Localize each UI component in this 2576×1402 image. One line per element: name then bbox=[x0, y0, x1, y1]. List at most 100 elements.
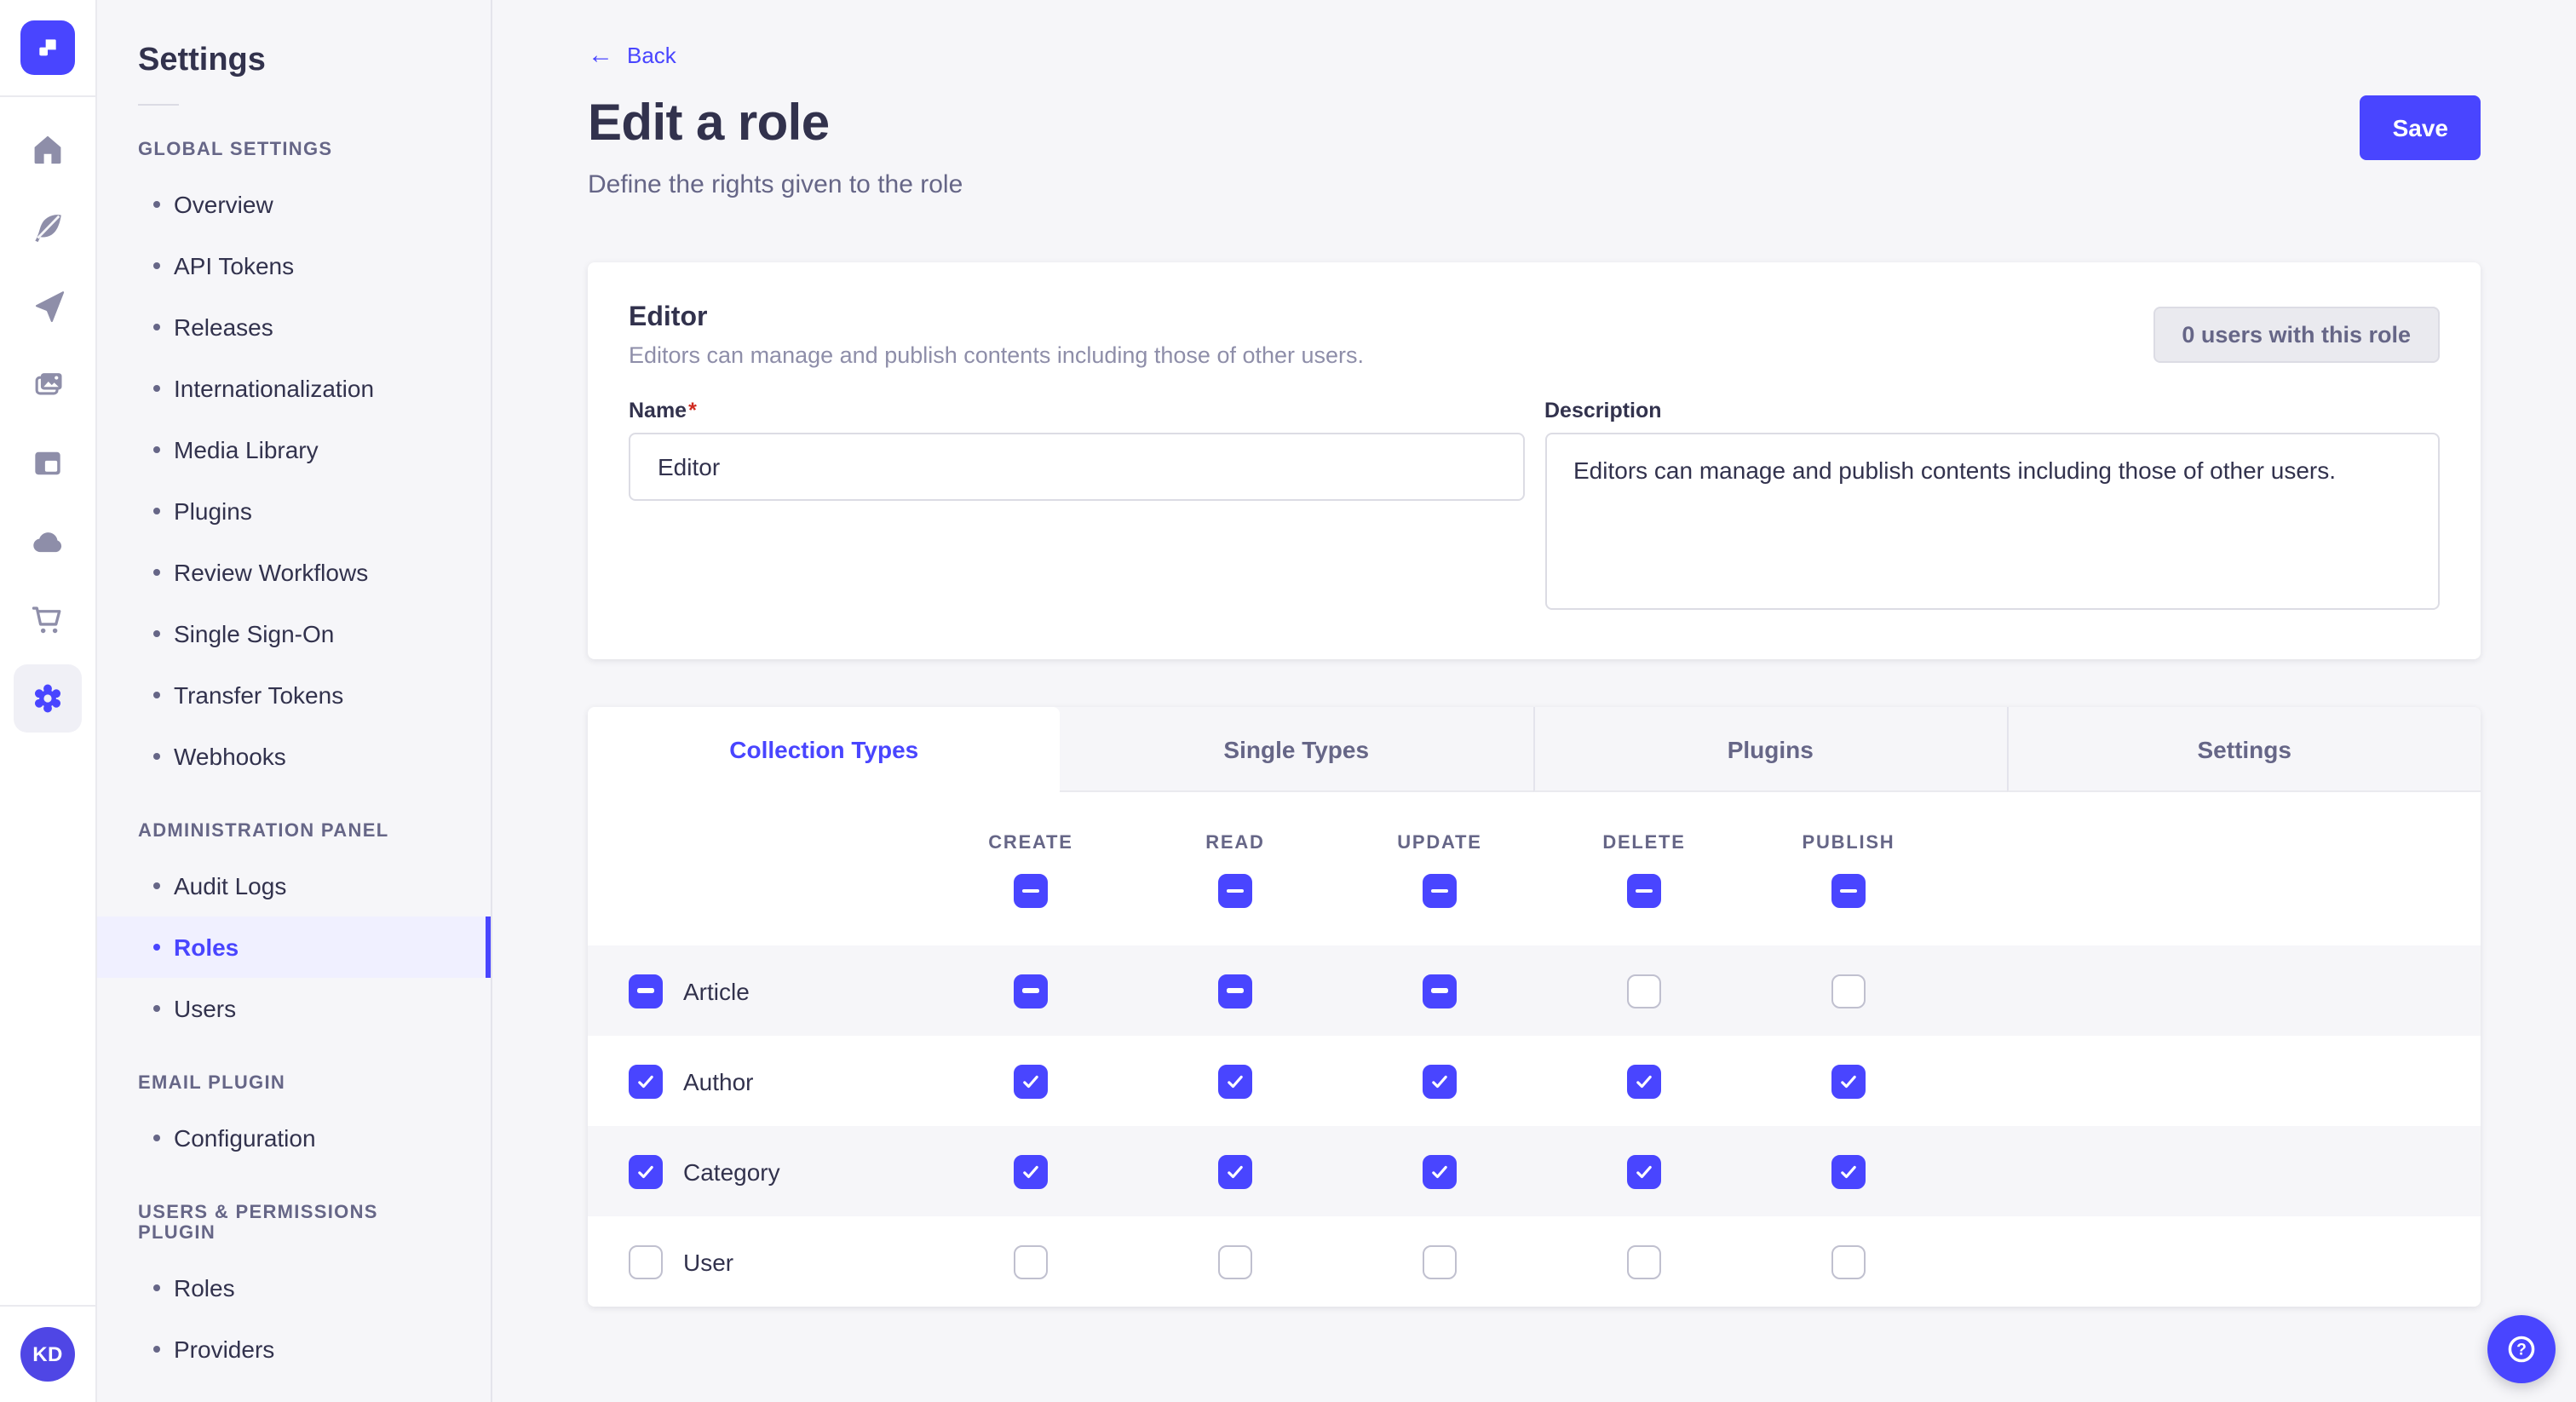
permission-row-article: Article bbox=[588, 945, 2481, 1036]
strapi-logo[interactable] bbox=[20, 20, 75, 75]
article-row-checkbox[interactable] bbox=[629, 974, 663, 1008]
user-read-checkbox[interactable] bbox=[1218, 1244, 1252, 1278]
indeterminate-dash-icon bbox=[1022, 989, 1039, 993]
bullet-icon bbox=[153, 385, 160, 392]
author-publish-checkbox[interactable] bbox=[1831, 1064, 1866, 1098]
save-button[interactable]: Save bbox=[2360, 95, 2481, 160]
article-publish-checkbox[interactable] bbox=[1831, 974, 1866, 1008]
indeterminate-dash-icon bbox=[1431, 989, 1448, 993]
row-label-cell: Author bbox=[588, 1064, 929, 1098]
sidebar-item-configuration[interactable]: Configuration bbox=[97, 1107, 491, 1169]
category-read-checkbox[interactable] bbox=[1218, 1154, 1252, 1188]
sidebar-item-label: Overview bbox=[174, 191, 273, 218]
check-icon bbox=[1429, 1161, 1450, 1181]
content-manager-icon bbox=[29, 445, 66, 482]
sidebar-item-media-library[interactable]: Media Library bbox=[97, 419, 491, 480]
tab-plugins[interactable]: Plugins bbox=[1532, 707, 2007, 792]
avatar[interactable]: KD bbox=[20, 1327, 75, 1382]
bullet-icon bbox=[153, 1135, 160, 1141]
author-create-checkbox[interactable] bbox=[1014, 1064, 1048, 1098]
subnav-section-label: GLOBAL SETTINGS bbox=[97, 140, 491, 160]
users-with-role-badge[interactable]: 0 users with this role bbox=[2153, 307, 2440, 363]
description-textarea[interactable]: Editors can manage and publish contents … bbox=[1544, 433, 2440, 610]
author-update-checkbox[interactable] bbox=[1423, 1064, 1457, 1098]
tab-settings[interactable]: Settings bbox=[2007, 707, 2481, 792]
sidebar-item-releases[interactable]: Releases bbox=[97, 296, 491, 358]
user-publish-checkbox[interactable] bbox=[1831, 1244, 1866, 1278]
rail-button-settings[interactable] bbox=[14, 664, 82, 733]
sidebar-item-roles[interactable]: Roles bbox=[97, 1257, 491, 1319]
subnav-section-label: USERS & PERMISSIONS PLUGIN bbox=[97, 1203, 491, 1244]
article-update-checkbox[interactable] bbox=[1423, 974, 1457, 1008]
rail-button-media-library[interactable] bbox=[14, 351, 82, 419]
sidebar-item-review-workflows[interactable]: Review Workflows bbox=[97, 542, 491, 603]
row-label: User bbox=[683, 1248, 733, 1275]
category-row-checkbox[interactable] bbox=[629, 1154, 663, 1188]
page-subtitle: Define the rights given to the role bbox=[588, 170, 2481, 199]
cell-article-publish bbox=[1746, 974, 1951, 1008]
article-delete-checkbox[interactable] bbox=[1627, 974, 1661, 1008]
sidebar-item-internationalization[interactable]: Internationalization bbox=[97, 358, 491, 419]
column-label: UPDATE bbox=[1397, 833, 1481, 853]
rail-button-deploy[interactable] bbox=[14, 273, 82, 341]
select-all-delete-checkbox[interactable] bbox=[1627, 874, 1661, 908]
author-delete-checkbox[interactable] bbox=[1627, 1064, 1661, 1098]
user-row-checkbox[interactable] bbox=[629, 1244, 663, 1278]
article-create-checkbox[interactable] bbox=[1014, 974, 1048, 1008]
home-icon bbox=[29, 131, 66, 169]
sidebar-item-label: Single Sign-On bbox=[174, 620, 334, 647]
rail-button-content-manager[interactable] bbox=[14, 429, 82, 497]
subnav-sections: GLOBAL SETTINGS Overview API TokensRelease… bbox=[97, 140, 491, 1380]
description-label: Description bbox=[1544, 399, 2440, 422]
check-icon bbox=[1021, 1161, 1041, 1181]
sidebar-item-plugins[interactable]: Plugins bbox=[97, 480, 491, 542]
main-content: ← Back Edit a role Save Define the right… bbox=[492, 0, 2576, 1402]
sidebar-item-transfer-tokens[interactable]: Transfer Tokens bbox=[97, 664, 491, 726]
rail-button-marketplace[interactable] bbox=[14, 586, 82, 654]
tab-collection-types[interactable]: Collection Types bbox=[588, 707, 1061, 792]
category-publish-checkbox[interactable] bbox=[1831, 1154, 1866, 1188]
category-update-checkbox[interactable] bbox=[1423, 1154, 1457, 1188]
user-update-checkbox[interactable] bbox=[1423, 1244, 1457, 1278]
row-label-cell: User bbox=[588, 1244, 929, 1278]
select-all-create-checkbox[interactable] bbox=[1014, 874, 1048, 908]
cell-author-create bbox=[929, 1064, 1133, 1098]
tab-single-types[interactable]: Single Types bbox=[1061, 707, 1533, 792]
settings-icon bbox=[29, 680, 66, 717]
article-read-checkbox[interactable] bbox=[1218, 974, 1252, 1008]
sidebar-item-providers[interactable]: Providers bbox=[97, 1319, 491, 1380]
rail-icon-list bbox=[0, 97, 95, 733]
sidebar-item-single-sign-on[interactable]: Single Sign-On bbox=[97, 603, 491, 664]
marketplace-icon bbox=[29, 601, 66, 639]
indeterminate-dash-icon bbox=[637, 989, 654, 993]
rail-button-cloud[interactable] bbox=[14, 508, 82, 576]
back-link[interactable]: ← Back bbox=[588, 43, 676, 68]
sidebar-item-webhooks[interactable]: Webhooks bbox=[97, 726, 491, 787]
logo-box bbox=[0, 0, 95, 97]
sidebar-item-label: Webhooks bbox=[174, 743, 286, 770]
sidebar-item-roles[interactable]: Roles bbox=[97, 916, 491, 978]
required-asterisk: * bbox=[688, 399, 697, 422]
name-input[interactable] bbox=[629, 433, 1524, 501]
category-delete-checkbox[interactable] bbox=[1627, 1154, 1661, 1188]
help-button[interactable]: ? bbox=[2487, 1315, 2556, 1383]
cell-author-read bbox=[1133, 1064, 1337, 1098]
sidebar-item-audit-logs[interactable]: Audit Logs bbox=[97, 855, 491, 916]
description-field-group: Description Editors can manage and publi… bbox=[1544, 399, 2440, 618]
rail-button-content-type-builder[interactable] bbox=[14, 194, 82, 262]
category-create-checkbox[interactable] bbox=[1014, 1154, 1048, 1188]
user-create-checkbox[interactable] bbox=[1014, 1244, 1048, 1278]
role-details-card: Editor Editors can manage and publish co… bbox=[588, 262, 2481, 659]
sidebar-item-overview[interactable]: Overview bbox=[97, 174, 491, 235]
select-all-read-checkbox[interactable] bbox=[1218, 874, 1252, 908]
sidebar-item-users[interactable]: Users bbox=[97, 978, 491, 1039]
author-row-checkbox[interactable] bbox=[629, 1064, 663, 1098]
header-cell-read: READ bbox=[1133, 792, 1337, 908]
user-delete-checkbox[interactable] bbox=[1627, 1244, 1661, 1278]
rail-button-home[interactable] bbox=[14, 116, 82, 184]
select-all-update-checkbox[interactable] bbox=[1423, 874, 1457, 908]
select-all-publish-checkbox[interactable] bbox=[1831, 874, 1866, 908]
author-read-checkbox[interactable] bbox=[1218, 1064, 1252, 1098]
sidebar-item-api-tokens[interactable]: API Tokens bbox=[97, 235, 491, 296]
bullet-icon bbox=[153, 324, 160, 330]
